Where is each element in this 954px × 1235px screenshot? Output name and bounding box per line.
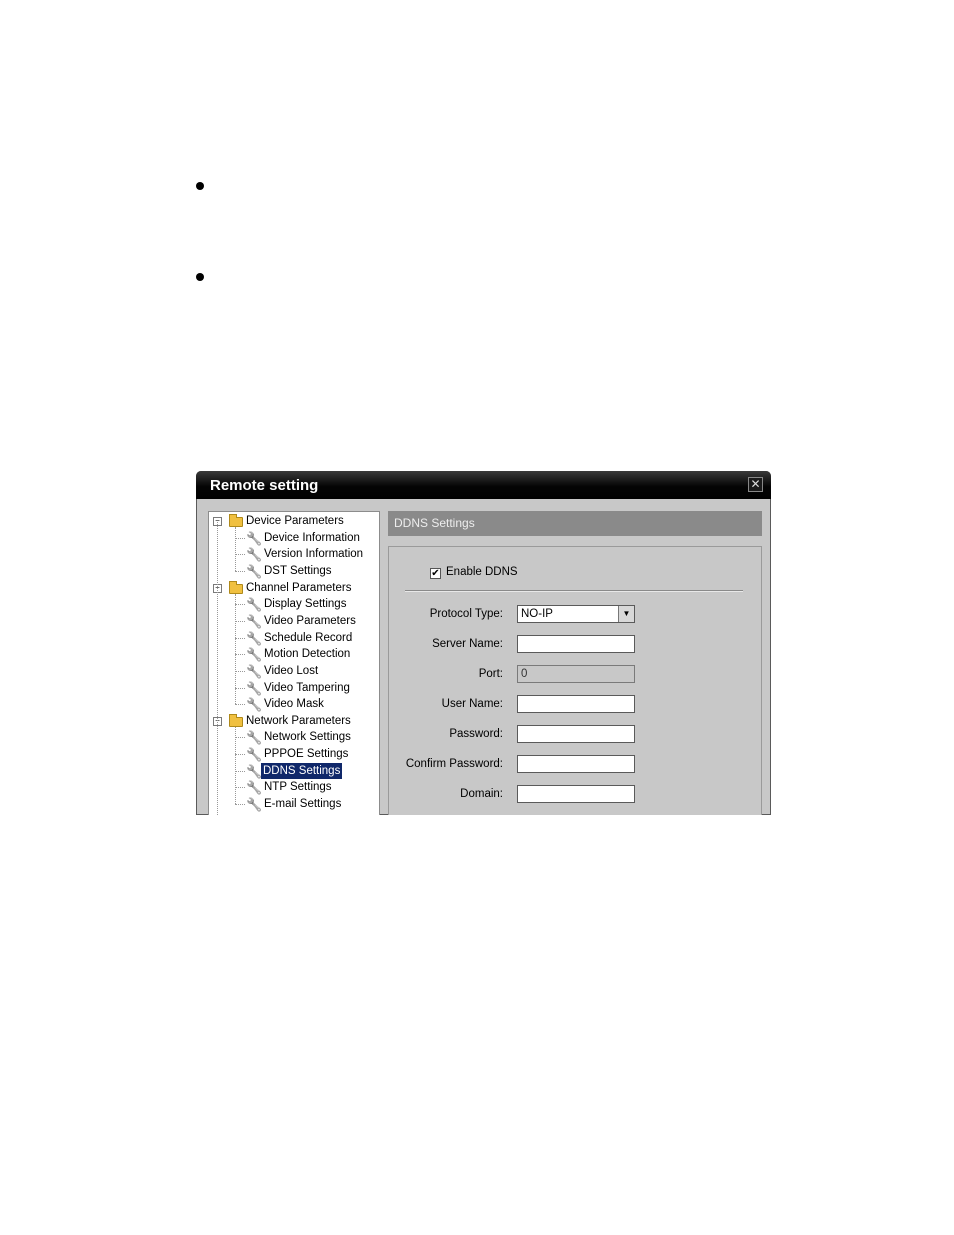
tree-connector [235,704,245,706]
field-value: 0 [521,668,528,680]
panel-header: DDNS Settings [388,511,762,536]
tree-label: Network Settings [264,731,351,744]
wrench-icon: 🔧 [246,630,263,646]
wrench-icon: 🔧 [246,613,263,629]
tree-connector [235,670,245,672]
wrench-icon: 🔧 [246,797,263,813]
tree-connector [235,604,245,606]
tree-connector [235,554,245,556]
password-input[interactable] [517,725,635,743]
tree-label: Video Mask [264,698,324,711]
tree-connector [235,787,245,789]
tree-label: NTP Settings [264,781,332,794]
field-label-domain: Domain: [460,788,503,800]
title-bar[interactable]: Remote setting ✕ [196,471,771,499]
tree-connector [235,620,245,622]
tree-label: Device Information [264,531,360,544]
enable-ddns-label: Enable DDNS [446,566,518,578]
confirm-password-input[interactable] [517,755,635,773]
wrench-icon: 🔧 [246,563,263,579]
tree-branch-connector [235,593,236,705]
remote-setting-window: Remote setting ✕ − Device Parameters 🔧 Devi… [196,471,771,815]
tree-connector [235,804,245,806]
tree-connector [235,687,245,689]
bullet-1 [196,182,204,190]
tree-label: Network Parameters [246,714,351,727]
tree-label: PPPOE Settings [264,748,349,761]
tree-label: Video Parameters [264,614,356,627]
tree-root-connector [217,522,218,815]
close-button[interactable]: ✕ [748,477,763,492]
tree-label: Schedule Record [264,631,353,644]
wrench-icon: 🔧 [246,680,263,696]
tree-connector [235,737,245,739]
window-title: Remote setting [210,477,319,494]
tree-label: Motion Detection [264,648,351,661]
tree-label: Version Information [264,548,364,561]
server-name-input[interactable] [517,635,635,653]
user-name-input[interactable] [517,695,635,713]
tree-connector [235,754,245,756]
field-label-confirm-password: Confirm Password: [405,758,503,770]
tree-connector [235,570,245,572]
field-value: NO-IP [521,608,553,620]
tree-connector [235,770,245,772]
field-label-port: Port: [478,668,503,680]
tree-label: Channel Parameters [246,581,352,594]
folder-icon [229,580,243,594]
wrench-icon: 🔧 [246,747,263,763]
settings-tree: − Device Parameters 🔧 Device Information 🔧 Ve… [208,511,380,815]
tree-connector [235,654,245,656]
check-icon: ✔ [431,568,440,579]
enable-ddns-checkbox[interactable]: ✔ [430,568,441,579]
close-icon: ✕ [750,477,761,491]
wrench-icon: 🔧 [246,547,263,563]
separator [405,590,743,592]
bullet-2 [196,273,204,281]
wrench-icon: 🔧 [246,763,263,779]
chevron-down-icon[interactable]: ▼ [618,606,634,622]
wrench-icon: 🔧 [246,697,263,713]
tree-connector [235,637,245,639]
tree-label: Device Parameters [246,515,344,527]
domain-input[interactable] [517,785,635,803]
folder-icon [229,514,243,527]
ddns-settings-panel: ✔ Enable DDNS Protocol Type: NO-IP ▼ Server… [388,546,762,815]
tree-label: Video Tampering [264,681,350,694]
protocol-type-select[interactable]: NO-IP ▼ [517,605,635,623]
tree-branch-connector [235,726,236,805]
tree-label: Video Lost [264,664,319,677]
tree-label: E-mail Settings [264,798,342,811]
field-label-password: Password: [449,728,503,740]
wrench-icon: 🔧 [246,663,263,679]
tree-label: Display Settings [264,598,347,611]
port-input: 0 [517,665,635,683]
field-label-protocol-type: Protocol Type: [429,608,503,620]
wrench-icon: 🔧 [246,730,263,746]
wrench-icon: 🔧 [246,597,263,613]
tree-branch-connector [235,527,236,571]
tree-connector [235,537,245,539]
field-label-server-name: Server Name: [432,638,503,650]
tree-label: DST Settings [264,564,332,577]
wrench-icon: 🔧 [246,647,263,663]
field-label-user-name: User Name: [441,698,503,710]
tree-label: DDNS Settings [261,762,343,779]
wrench-icon: 🔧 [246,530,263,546]
wrench-icon: 🔧 [246,780,263,796]
folder-icon [229,713,243,727]
